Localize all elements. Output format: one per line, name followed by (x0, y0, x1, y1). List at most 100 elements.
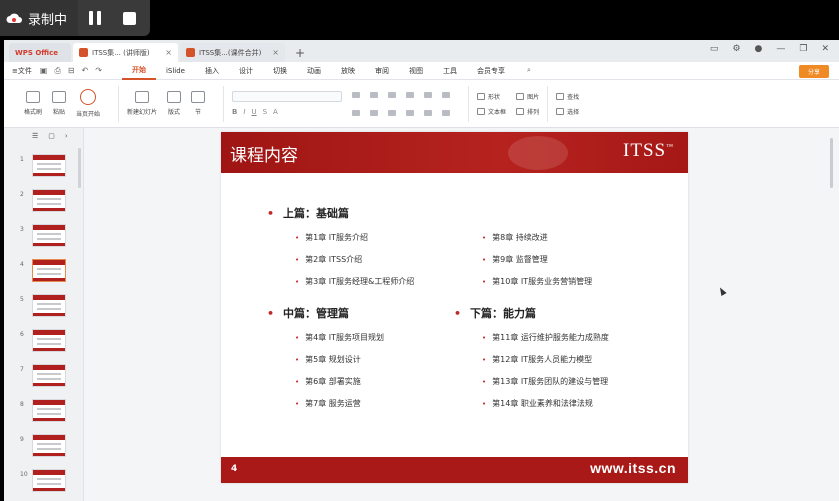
file-menu[interactable]: 文件 (18, 66, 32, 76)
slide-thumbnail[interactable] (32, 434, 66, 457)
chapter-item: • 第10章 IT服务业务营销管理 (482, 277, 593, 286)
slide-header: 课程内容 ITSS™ (221, 132, 688, 173)
close-icon[interactable]: × (165, 48, 172, 57)
arrange-icon (516, 107, 525, 115)
chapter-item: • 第9章 监督管理 (482, 255, 548, 264)
brand-logo: ITSS™ (623, 140, 674, 162)
undo-icon[interactable]: ↶ (82, 66, 89, 76)
label: 图片 (527, 93, 540, 101)
ribbon-tab[interactable]: 审阅 (365, 62, 399, 80)
slide-thumbnail[interactable] (32, 364, 66, 387)
chapter-item: • 第14章 职业素养和法律法规 (482, 399, 593, 408)
thumbnail-number: 7 (20, 366, 24, 373)
slide-thumbnail[interactable] (32, 294, 66, 317)
collapse-icon[interactable]: › (65, 132, 68, 140)
slide-thumbnail[interactable] (32, 259, 66, 282)
ribbon-tab[interactable]: 设计 (229, 62, 263, 80)
chapter-item: • 第13章 IT服务团队的建设与管理 (482, 377, 609, 386)
play-from-current-button[interactable]: 当页开始 (76, 89, 100, 118)
ribbon-tab[interactable]: 插入 (195, 62, 229, 80)
thumbnail-scrollbar[interactable] (78, 148, 81, 188)
find-button[interactable]: 查找 (556, 92, 579, 101)
slide-thumbnail[interactable] (32, 189, 66, 212)
minimize-button[interactable]: — (776, 44, 785, 54)
strikethrough-icon[interactable]: S (263, 108, 267, 116)
textbox-button[interactable]: 文本框 (477, 107, 506, 116)
font-family-select[interactable] (232, 91, 343, 102)
underline-icon[interactable]: U (251, 108, 256, 116)
ribbon-tab[interactable]: 会员专享 (467, 62, 515, 80)
maximize-button[interactable]: ❐ (799, 44, 807, 54)
slide-canvas[interactable]: 课程内容 ITSS™ • 上篇：基础篇 • 中篇：管理篇 • 下篇：能力篇 • 第1章 … (221, 132, 688, 483)
cursor-icon (556, 107, 565, 115)
page-number: 4 (231, 464, 238, 474)
tab-wps-home[interactable]: WPS Office (9, 43, 71, 62)
close-window-button[interactable]: ✕ (821, 44, 829, 54)
chapter-item: • 第6章 部署实施 (295, 377, 361, 386)
slide-thumbnail[interactable] (32, 329, 66, 352)
recorder-bar: 录制中 (0, 0, 150, 36)
ribbon-tab[interactable]: 切换 (263, 62, 297, 80)
slide-view-icon[interactable]: ▢ (48, 132, 55, 140)
thumbnail-number: 10 (20, 471, 28, 478)
arrange-button[interactable]: 排列 (516, 107, 539, 116)
section-button[interactable]: 节 (191, 91, 206, 116)
save-icon[interactable]: ▣ (40, 66, 48, 76)
ribbon-tab[interactable]: 工具 (433, 62, 467, 80)
print-icon[interactable]: ⊟ (68, 66, 75, 76)
brush-icon (26, 91, 40, 103)
chapter-item: • 第8章 持续改进 (482, 233, 548, 242)
section-heading: • 下篇：能力篇 (454, 307, 537, 320)
stop-button[interactable] (112, 0, 146, 36)
label: 格式刷 (24, 109, 43, 116)
section-label: 下篇：能力篇 (470, 307, 537, 320)
bold-icon[interactable]: B (232, 108, 237, 116)
ribbon-toolbar: 格式刷 粘贴 当页开始 新建幻灯片 版式 节 BIUSA 形状 文本框 图片 排… (4, 80, 839, 128)
picture-button[interactable]: 图片 (516, 92, 539, 101)
redo-icon[interactable]: ↷ (95, 66, 102, 76)
new-slide-button[interactable]: 新建幻灯片 (127, 91, 157, 116)
tab-document-2[interactable]: ITSS集...(课件合并) × (180, 43, 285, 62)
section-heading: • 上篇：基础篇 (267, 207, 350, 220)
slide-thumbnail[interactable] (32, 469, 66, 492)
share-button[interactable]: 分享 (799, 65, 829, 78)
ribbon-tab[interactable]: iSlide (156, 62, 195, 80)
layout-icon[interactable]: ▭ (710, 44, 719, 54)
outline-view-icon[interactable]: ☰ (32, 132, 38, 140)
search-icon (556, 92, 565, 100)
slide-thumbnail[interactable] (32, 154, 66, 177)
pause-button[interactable] (78, 0, 112, 36)
format-painter-button[interactable]: 格式刷 (24, 91, 42, 116)
recording-indicator[interactable]: 录制中 (0, 0, 78, 36)
section-heading: • 中篇：管理篇 (267, 307, 350, 320)
ribbon-tab[interactable]: 视图 (399, 62, 433, 80)
italic-icon[interactable]: I (243, 108, 245, 116)
wps-window: WPS Office ITSS集... (讲师版) × ITSS集...(课件合… (4, 40, 839, 501)
ribbon-tab[interactable]: 开始 (121, 62, 156, 80)
trademark: ™ (666, 142, 674, 151)
avatar[interactable]: ● (755, 44, 763, 54)
tab-document-1[interactable]: ITSS集... (讲师版) × (73, 43, 178, 62)
paragraph-controls (350, 89, 452, 119)
settings-icon[interactable]: ⚙ (732, 44, 740, 54)
slide-thumbnail[interactable] (32, 224, 66, 247)
slide-thumbnail[interactable] (32, 399, 66, 422)
paste-button[interactable]: 粘贴 (52, 91, 67, 116)
close-icon[interactable]: × (272, 48, 279, 57)
font-style-buttons: BIUSA (232, 108, 342, 116)
font-color-icon[interactable]: A (273, 108, 278, 116)
canvas-scrollbar[interactable] (830, 138, 833, 188)
ribbon-tab[interactable]: 动画 (297, 62, 331, 80)
new-tab-button[interactable]: + (295, 43, 305, 62)
ribbon-tab[interactable]: 放映 (331, 62, 365, 80)
layout-button[interactable]: 版式 (167, 91, 182, 116)
search-icon[interactable]: ⌕ (527, 66, 531, 75)
shape-icon (477, 92, 486, 100)
thumbnail-number: 4 (20, 261, 24, 268)
export-icon[interactable]: ⎙ (54, 66, 60, 76)
tab-label: ITSS集...(课件合并) (199, 48, 262, 57)
shape-button[interactable]: 形状 (477, 92, 506, 101)
select-button[interactable]: 选择 (556, 107, 579, 116)
menu-bar: ≡ 文件 ▣ ⎙ ⊟ ↶ ↷ 开始 iSlide 插入 设计 切换 动画 放映 审阅 视图 工具会… (4, 62, 839, 80)
workspace: ☰ ▢ › 1 2 3 4 5 6 7 8 9 10 课程内容 ITSS™ • 上篇：基础篇 • 中篇… (4, 128, 839, 501)
